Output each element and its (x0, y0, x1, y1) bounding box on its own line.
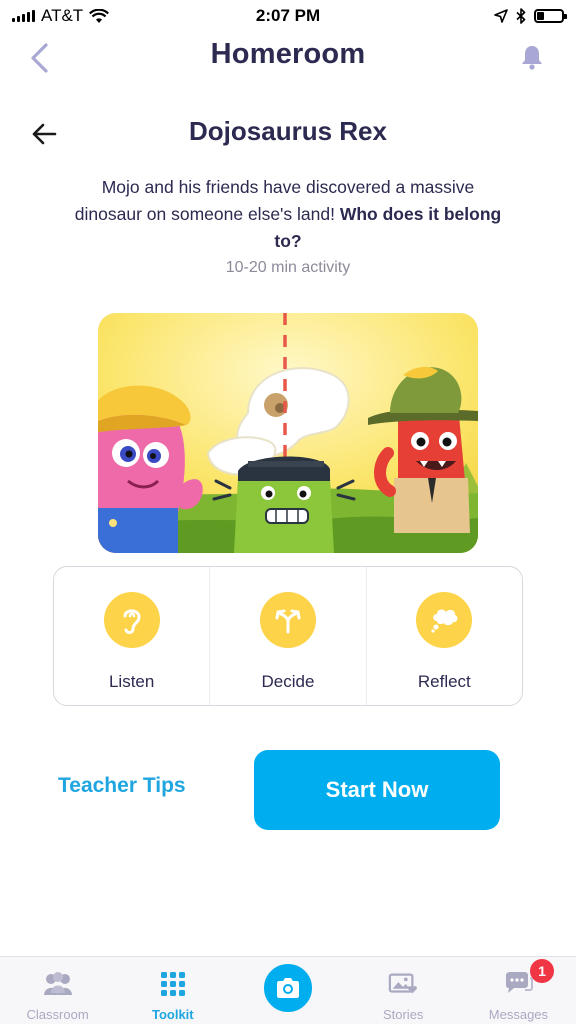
tab-label: Toolkit (151, 1007, 194, 1022)
tab-toolkit[interactable]: Toolkit (115, 957, 230, 1024)
grid-icon (160, 972, 185, 996)
activity-title: Dojosaurus Rex (189, 116, 387, 146)
status-right (494, 8, 567, 24)
thought-bubble-icon (416, 592, 473, 648)
battery-icon (534, 9, 567, 23)
camera-icon (277, 978, 299, 998)
ear-icon (103, 592, 160, 648)
split-arrows-icon (259, 592, 316, 648)
activity-duration: 10-20 min activity (225, 259, 351, 276)
status-bar: AT&T 2:07 PM (0, 0, 576, 32)
tab-label: Classroom (26, 1007, 89, 1022)
stories-icon (388, 973, 418, 994)
activity-illustration (98, 313, 478, 553)
teacher-tips-link[interactable]: Teacher Tips (58, 774, 186, 798)
tab-label: Stories (382, 1007, 424, 1022)
step-listen: Listen (54, 567, 211, 705)
camera-button[interactable] (260, 960, 316, 1016)
activity-description: Mojo and his friends have discovered a m… (72, 174, 504, 255)
tab-messages[interactable]: Messages (461, 957, 576, 1024)
tab-label: Messages (488, 1007, 549, 1022)
tab-stories[interactable]: Stories (346, 957, 461, 1024)
nav-bar: Homeroom (0, 32, 576, 82)
bell-icon[interactable] (520, 44, 544, 70)
status-left: AT&T (12, 6, 110, 26)
classroom-icon (43, 972, 72, 995)
step-decide: Decide (210, 567, 367, 705)
location-arrow-icon (494, 9, 508, 23)
activity-steps-card: Listen Decide Reflect (53, 566, 523, 706)
tab-classroom[interactable]: Classroom (0, 957, 115, 1024)
messages-icon (506, 972, 534, 993)
step-label: Listen (108, 672, 155, 691)
messages-badge: 1 (530, 959, 554, 983)
step-label: Decide (261, 672, 315, 691)
page-title: Homeroom (210, 38, 366, 70)
wifi-icon (89, 8, 110, 23)
signal-icon (12, 10, 35, 22)
step-label: Reflect (417, 672, 471, 691)
bluetooth-icon (516, 8, 526, 24)
start-now-button[interactable]: Start Now (254, 750, 500, 830)
carrier-label: AT&T (41, 6, 84, 25)
step-reflect: Reflect (367, 567, 522, 705)
